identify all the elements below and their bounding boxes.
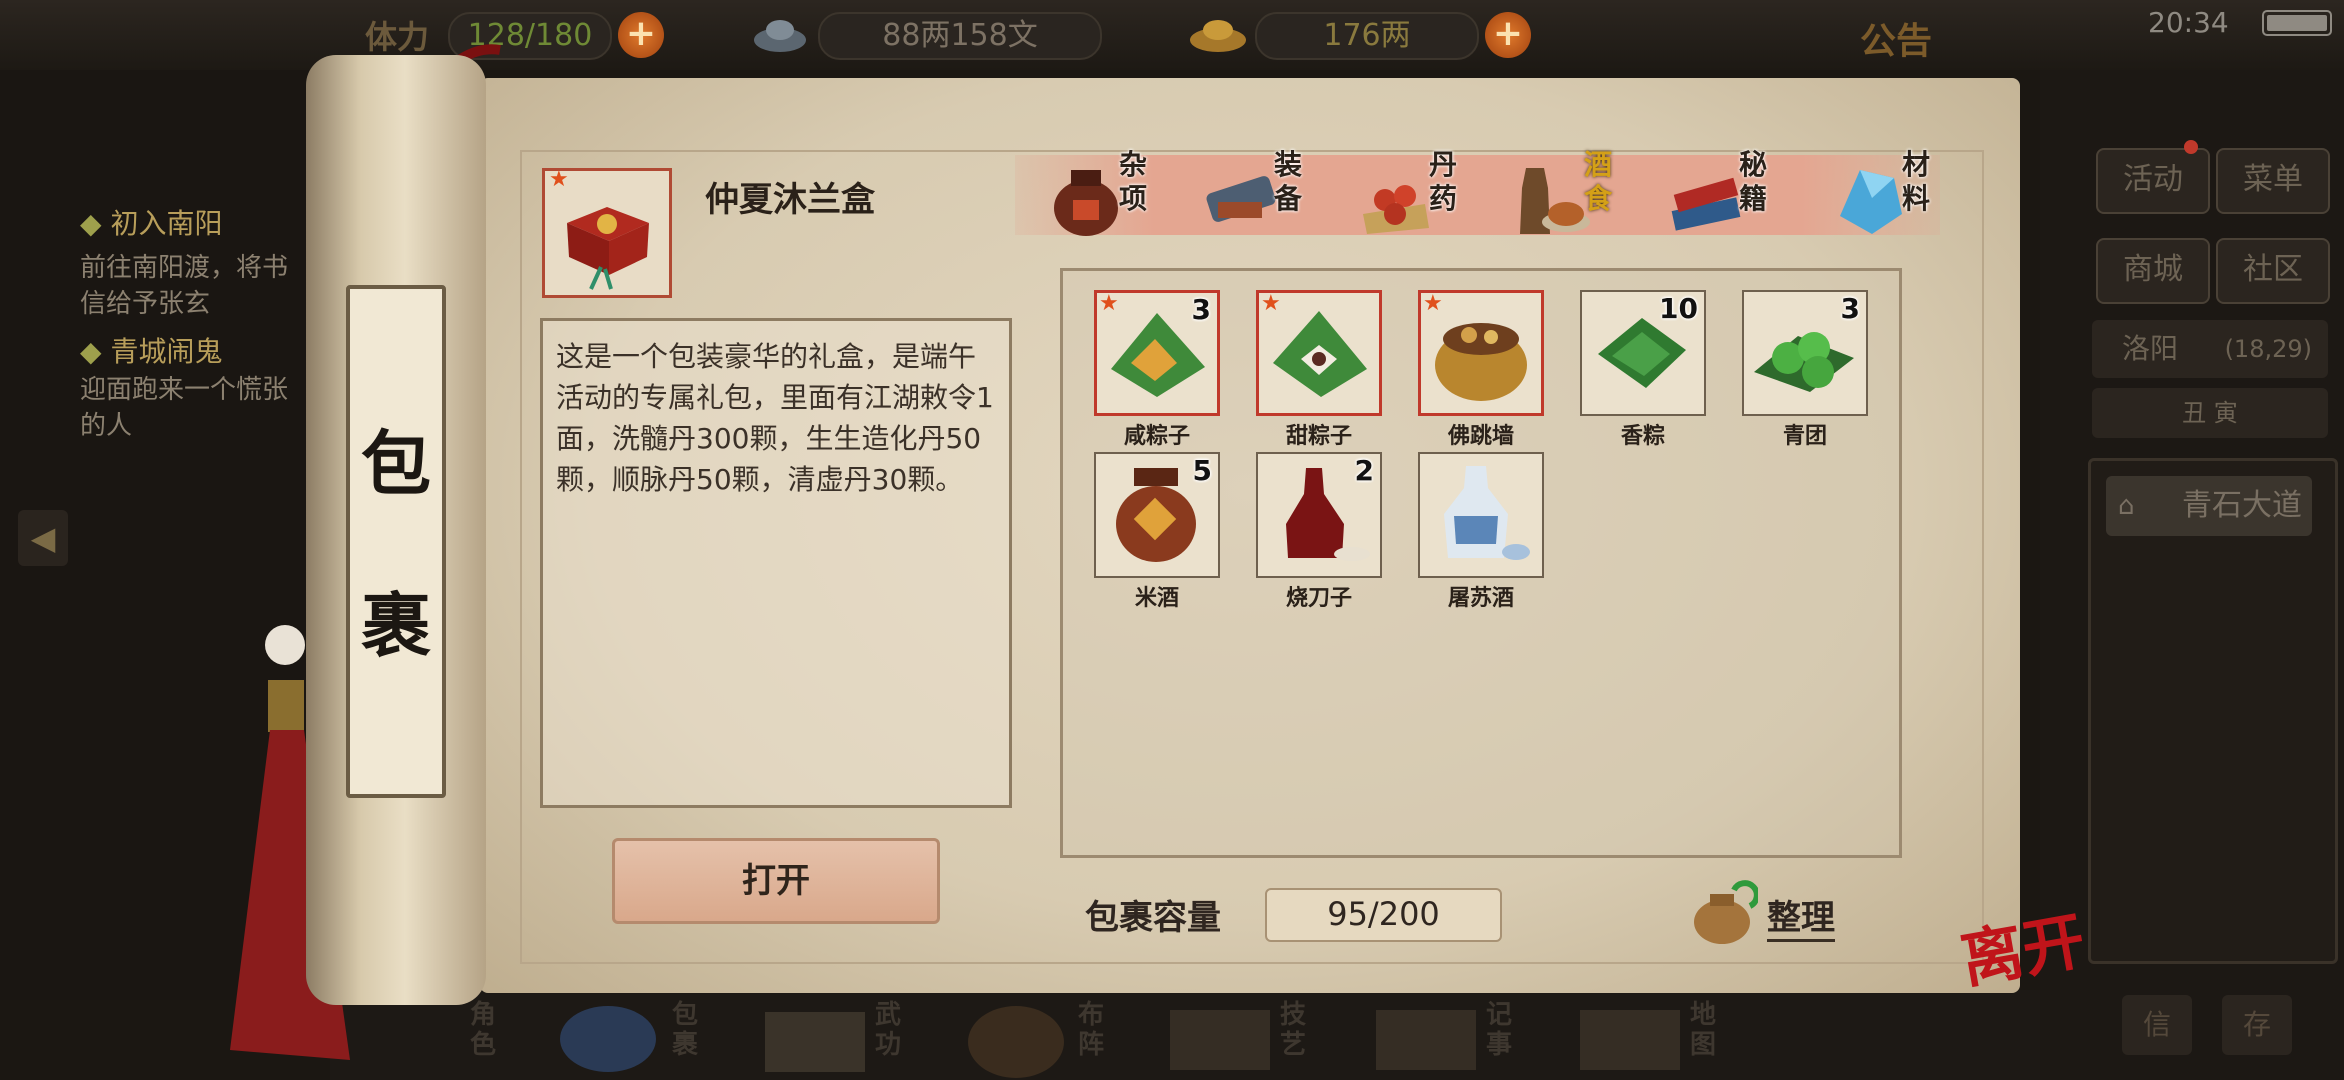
gold-ingot-icon: [1188, 10, 1248, 56]
item-slot[interactable]: ★: [1418, 290, 1544, 416]
item-name: 佛跳墙: [1447, 424, 1514, 449]
item-count: 2: [1354, 454, 1374, 487]
money-value: 88两158文: [818, 12, 1102, 60]
sort-button[interactable]: 整理: [1767, 890, 1835, 942]
silver-ingot-icon: [752, 10, 808, 56]
location-coords: (18,29): [2224, 335, 2312, 363]
rare-star-icon: ★: [1423, 291, 1443, 316]
open-button[interactable]: 打开: [612, 838, 940, 924]
community-button[interactable]: 社区: [2216, 238, 2330, 304]
shop-button[interactable]: 商城: [2096, 238, 2210, 304]
item-count: 3: [1191, 293, 1211, 326]
clock: 20:34: [2148, 6, 2229, 39]
storage-button[interactable]: 存: [2222, 995, 2292, 1055]
scroll-title-char: 裹: [361, 584, 431, 667]
category-tab-strip: [1015, 155, 1940, 235]
capacity-label: 包裹容量: [1085, 898, 1221, 938]
wine-food-icon: [1520, 168, 1590, 234]
time-period: 丑 寅: [2092, 388, 2328, 438]
item-slot[interactable]: 5: [1094, 452, 1220, 578]
notice-button[interactable]: 公告: [1860, 12, 1932, 64]
battery-icon: [2262, 10, 2332, 36]
letter-button[interactable]: 信: [2122, 995, 2192, 1055]
jar-icon: [1054, 170, 1118, 236]
notification-dot: [2184, 140, 2198, 154]
rare-star-icon: ★: [1261, 291, 1281, 316]
activity-button[interactable]: 活动: [2096, 148, 2210, 214]
rare-star-icon: ★: [1099, 291, 1119, 316]
scroll-title-char: 包: [361, 422, 431, 505]
item-slot[interactable]: ★ 3: [1094, 290, 1220, 416]
item-name: 青团: [1782, 424, 1827, 449]
selected-item-name: 仲夏沐兰盒: [705, 180, 875, 220]
porcelain-wine-icon: [1444, 466, 1530, 560]
item-name: 屠苏酒: [1447, 586, 1514, 611]
item-count: 10: [1659, 292, 1698, 325]
item-name: 甜粽子: [1285, 424, 1352, 449]
location-bar: 洛阳 (18,29): [2092, 320, 2328, 378]
road-button[interactable]: ⌂ 青石大道: [2106, 476, 2312, 536]
books-icon: [1671, 177, 1741, 231]
item-slot[interactable]: [1418, 452, 1544, 578]
pills-icon: [1363, 185, 1429, 234]
item-count: 3: [1840, 292, 1860, 325]
martial-book-icon: [765, 1012, 865, 1072]
item-name: 米酒: [1134, 586, 1179, 611]
item-description: 这是一个包装豪华的礼盒，是端午活动的专属礼包，里面有江湖敕令1面，洗髓丹300颗…: [556, 340, 994, 496]
menu-button[interactable]: 菜单: [2216, 148, 2330, 214]
gold-value: 176两: [1255, 12, 1479, 60]
journal-icon: [1376, 1010, 1476, 1070]
map-icon: [1580, 1010, 1680, 1070]
rare-star-icon: ★: [549, 167, 569, 192]
scroll-equip-icon: [1206, 176, 1276, 222]
item-slot[interactable]: 3: [1742, 290, 1868, 416]
bag-icon: [560, 1006, 656, 1072]
item-name: 烧刀子: [1285, 586, 1352, 611]
add-stamina-button[interactable]: +: [618, 12, 664, 58]
item-slot[interactable]: 2: [1256, 452, 1382, 578]
add-gold-button[interactable]: +: [1485, 12, 1531, 58]
item-slot[interactable]: ★: [1256, 290, 1382, 416]
item-name: 香粽: [1620, 424, 1665, 449]
capacity-value: 95/200: [1265, 888, 1502, 942]
selected-item-slot: ★: [542, 167, 672, 298]
house-icon: ⌂: [2118, 491, 2135, 521]
skill-icon: [1170, 1010, 1270, 1070]
crystal-icon: [1840, 170, 1902, 234]
scroll-title-panel: [346, 285, 446, 798]
collapse-left-arrow-icon[interactable]: ◀: [18, 510, 68, 566]
money-bag-icon[interactable]: [1690, 880, 1760, 946]
location-name: 洛阳: [2122, 332, 2179, 365]
item-slot[interactable]: 10: [1580, 290, 1706, 416]
item-count: 5: [1192, 454, 1212, 487]
bagua-icon: [968, 1006, 1064, 1078]
item-name: 咸粽子: [1123, 424, 1190, 449]
